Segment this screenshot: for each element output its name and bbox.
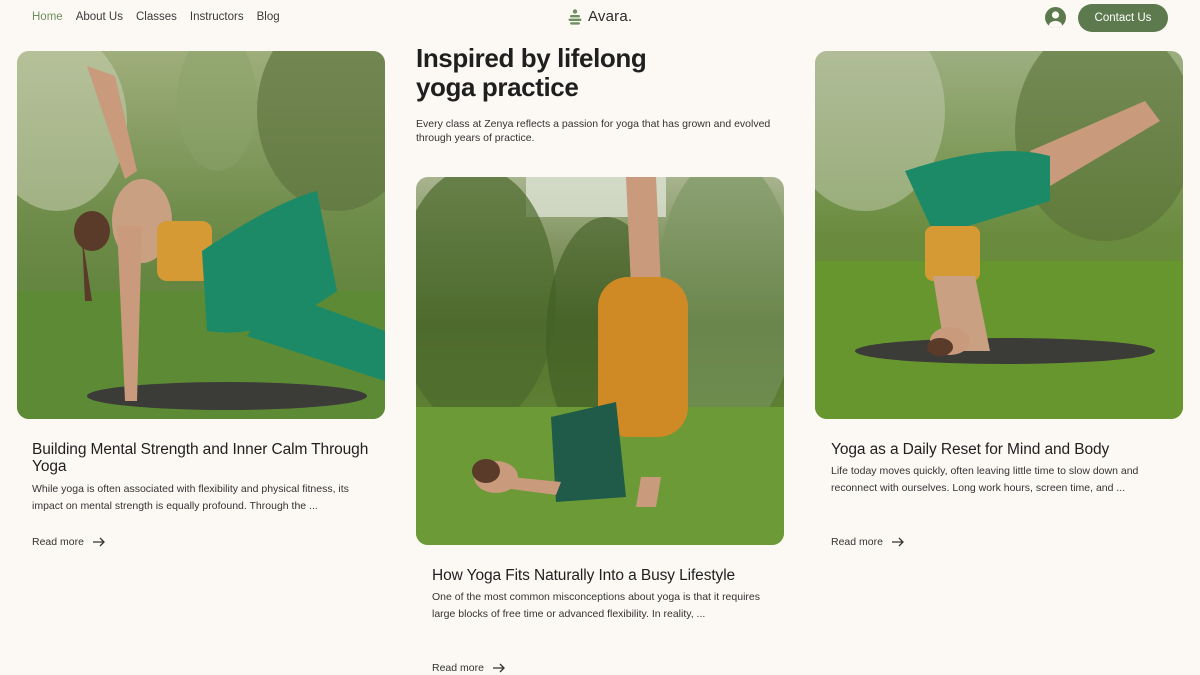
- read-more-link[interactable]: Read more: [32, 536, 106, 548]
- post-title[interactable]: Yoga as a Daily Reset for Mind and Body: [831, 441, 1176, 458]
- post-image-mental-strength[interactable]: [17, 51, 385, 419]
- post-image-daily-reset[interactable]: [815, 51, 1183, 419]
- page-title: Inspired by lifelong yoga practice: [416, 44, 776, 102]
- nav-link-classes[interactable]: Classes: [136, 11, 177, 23]
- read-more-label: Read more: [831, 536, 883, 548]
- page-title-line-1: Inspired by lifelong: [416, 43, 647, 73]
- contact-us-button[interactable]: Contact Us: [1078, 4, 1168, 32]
- stacked-stones-icon: [568, 8, 582, 25]
- nav-link-instructors[interactable]: Instructors: [190, 11, 244, 23]
- brand-logo[interactable]: Avara.: [568, 8, 632, 25]
- user-avatar-icon[interactable]: [1045, 7, 1066, 28]
- nav-link-home[interactable]: Home: [32, 11, 63, 23]
- top-navigation: Home About Us Classes Instructors Blog A…: [0, 0, 1200, 36]
- page-title-line-2: yoga practice: [416, 72, 579, 102]
- read-more-label: Read more: [432, 662, 484, 674]
- arrow-right-icon: [92, 537, 105, 547]
- post-excerpt: While yoga is often associated with flex…: [32, 483, 349, 512]
- post-excerpt: Life today moves quickly, often leaving …: [831, 465, 1139, 494]
- nav-link-blog[interactable]: Blog: [257, 11, 280, 23]
- arrow-right-icon: [492, 663, 505, 673]
- post-image-busy-lifestyle[interactable]: [416, 177, 784, 545]
- page-subtitle: Every class at Zenya reflects a passion …: [416, 118, 771, 144]
- brand-name: Avara.: [588, 8, 633, 25]
- blog-page: Home About Us Classes Instructors Blog A…: [0, 0, 1200, 675]
- nav-link-about-us[interactable]: About Us: [76, 11, 123, 23]
- nav-links: Home About Us Classes Instructors Blog: [32, 11, 280, 23]
- read-more-label: Read more: [32, 536, 84, 548]
- post-title[interactable]: How Yoga Fits Naturally Into a Busy Life…: [432, 567, 777, 584]
- read-more-link[interactable]: Read more: [831, 536, 905, 548]
- post-excerpt: One of the most common misconceptions ab…: [432, 591, 760, 620]
- arrow-right-icon: [891, 537, 904, 547]
- read-more-link[interactable]: Read more: [432, 662, 506, 674]
- post-title[interactable]: Building Mental Strength and Inner Calm …: [32, 441, 377, 475]
